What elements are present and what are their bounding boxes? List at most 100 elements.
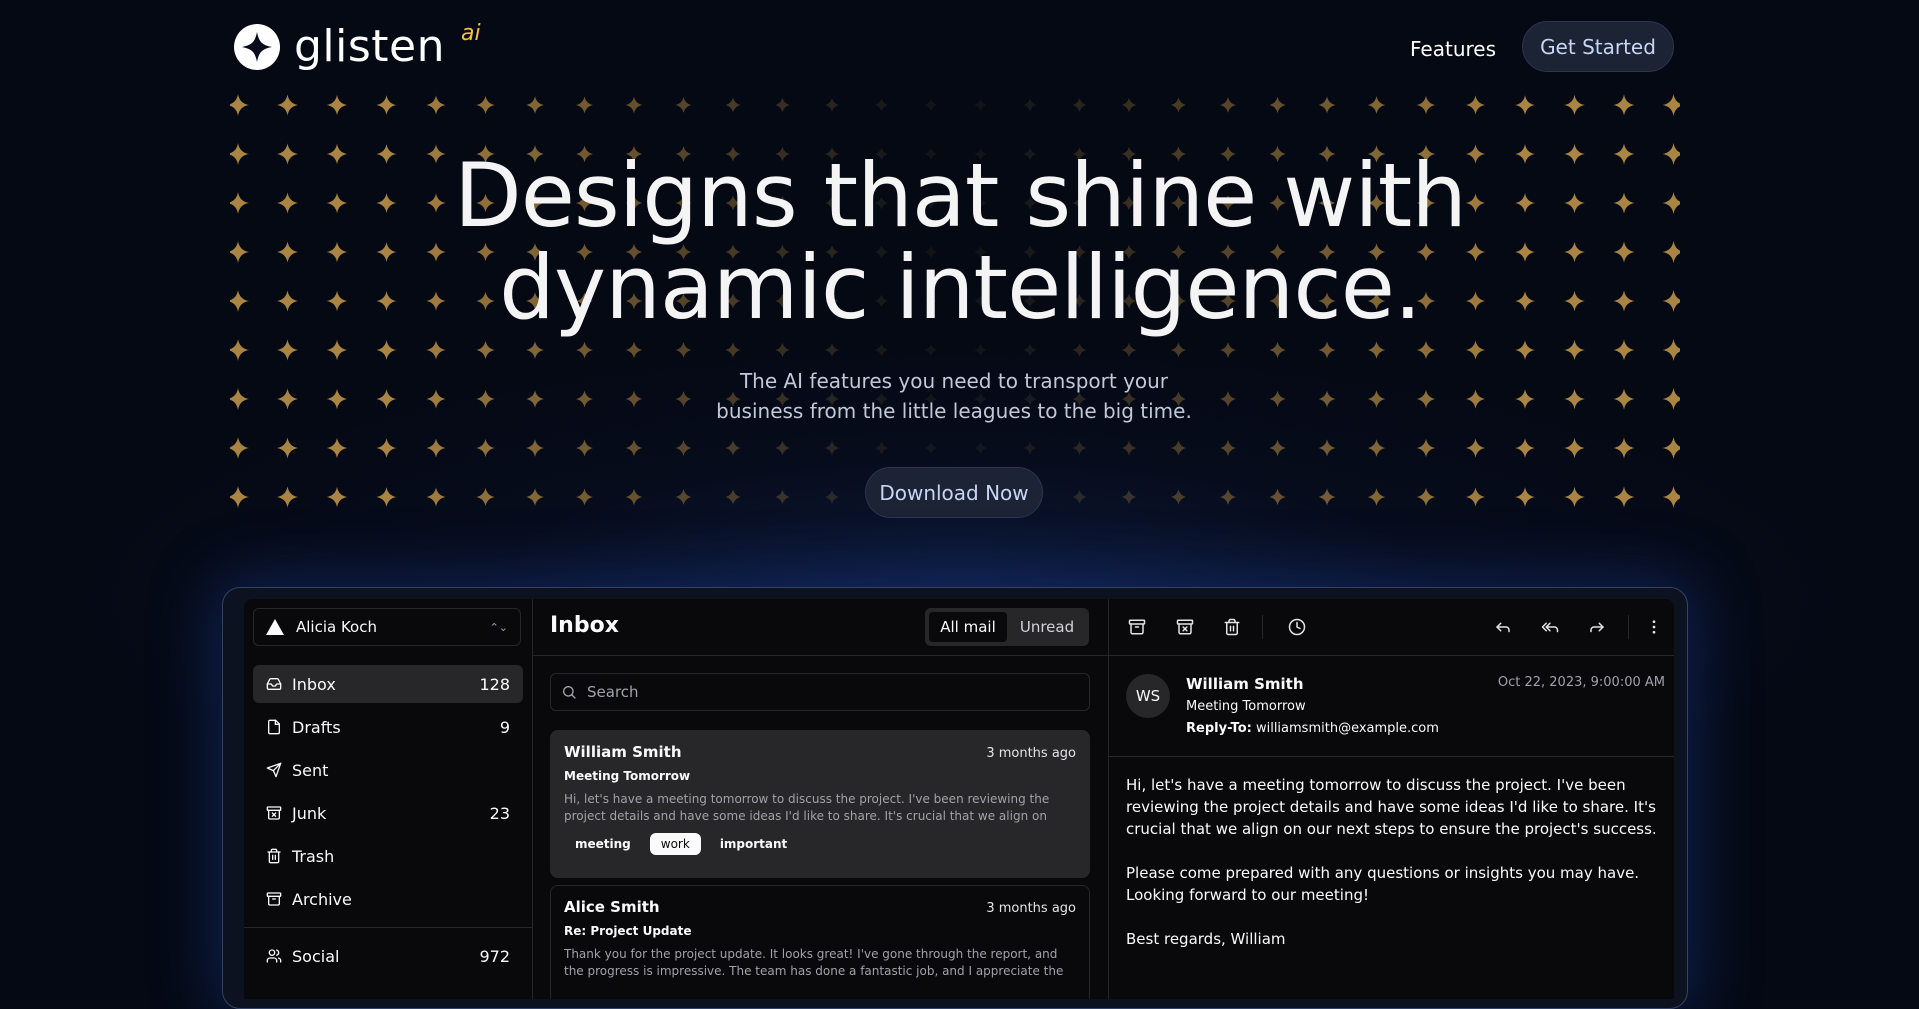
clock-icon bbox=[1288, 618, 1306, 636]
sparkle-icon bbox=[230, 339, 249, 361]
sparkle-icon bbox=[1318, 96, 1336, 114]
label-badge[interactable]: important bbox=[709, 833, 798, 855]
sparkle-icon bbox=[1121, 97, 1137, 113]
sparkle-icon bbox=[1269, 390, 1286, 408]
sidebar-item-count: 972 bbox=[479, 946, 510, 966]
label-badge[interactable]: work bbox=[649, 833, 701, 855]
sparkle-icon bbox=[974, 98, 987, 112]
sparkle-icon bbox=[476, 487, 495, 507]
sidebar-item-inbox[interactable]: Inbox 128 bbox=[253, 665, 523, 703]
sidebar-item-count: 128 bbox=[479, 674, 510, 694]
sparkle-icon bbox=[1121, 440, 1137, 456]
sparkle-icon bbox=[1416, 389, 1436, 409]
reply-all-button[interactable] bbox=[1537, 614, 1563, 640]
sparkle-icon bbox=[1613, 290, 1635, 312]
sidebar-item-junk[interactable]: Junk 23 bbox=[253, 794, 523, 832]
account-switcher[interactable]: Alicia Koch ⌃⌄ bbox=[253, 608, 521, 646]
sparkle-icon bbox=[376, 487, 397, 507]
sparkle-icon bbox=[1269, 488, 1286, 506]
sparkle-icon bbox=[476, 95, 495, 115]
inbox-icon bbox=[266, 678, 282, 690]
sidebar-item-sent[interactable]: Sent bbox=[253, 751, 523, 789]
sparkle-icon bbox=[924, 98, 938, 112]
sidebar-item-trash[interactable]: Trash bbox=[253, 837, 523, 875]
tab-unread[interactable]: Unread bbox=[1009, 612, 1085, 642]
get-started-button[interactable]: Get Started bbox=[1522, 21, 1674, 72]
sparkle-icon bbox=[326, 437, 348, 459]
label-badge[interactable]: meeting bbox=[564, 833, 642, 855]
sparkle-icon bbox=[1613, 486, 1635, 508]
search-input[interactable] bbox=[585, 682, 1069, 702]
sparkle-icon bbox=[825, 98, 839, 112]
sparkle-icon bbox=[1072, 441, 1087, 455]
sidebar-item-drafts[interactable]: Drafts 9 bbox=[253, 708, 523, 746]
sidebar-item-archive[interactable]: Archive bbox=[253, 880, 523, 918]
avatar: WS bbox=[1126, 674, 1170, 718]
mail-body-paragraph: Best regards, William bbox=[1126, 930, 1286, 948]
sparkle-icon bbox=[1416, 340, 1436, 360]
sparkle-icon bbox=[230, 388, 249, 410]
forward-button[interactable] bbox=[1584, 614, 1610, 640]
sparkle-icon bbox=[1170, 97, 1187, 113]
sparkle-icon bbox=[1662, 241, 1680, 263]
sparkle-icon bbox=[1564, 437, 1585, 459]
sparkle-icon bbox=[1121, 489, 1137, 505]
sparkle-icon bbox=[426, 438, 446, 458]
brand-suffix: ai bbox=[461, 20, 481, 46]
sidebar-item-label: Inbox bbox=[292, 674, 336, 694]
sparkle-icon bbox=[1367, 96, 1386, 114]
sparkle-icon bbox=[575, 341, 594, 359]
detail-sender: William Smith bbox=[1186, 675, 1304, 693]
sparkle-icon bbox=[1072, 343, 1087, 357]
sparkle-icon bbox=[1170, 489, 1187, 505]
sparkle-icon bbox=[230, 486, 249, 508]
sparkle-icon bbox=[1416, 95, 1436, 115]
tab-all-mail[interactable]: All mail bbox=[929, 612, 1007, 642]
sparkle-icon bbox=[1023, 343, 1037, 357]
move-to-junk-button[interactable] bbox=[1172, 614, 1198, 640]
sparkle-icon bbox=[1613, 94, 1635, 116]
sparkle-icon bbox=[276, 486, 299, 508]
mail-list-item[interactable]: William Smith 3 months ago Meeting Tomor… bbox=[550, 730, 1090, 878]
sidebar-divider bbox=[244, 927, 532, 928]
sparkle-icon bbox=[326, 388, 348, 410]
more-options-button[interactable] bbox=[1641, 614, 1667, 640]
archive-button[interactable] bbox=[1124, 614, 1150, 640]
sparkle-icon bbox=[276, 388, 299, 410]
sparkle-icon bbox=[1367, 341, 1386, 359]
sparkle-icon bbox=[974, 441, 987, 455]
mail-list-pane: Inbox All mail Unread William Smith 3 mo… bbox=[533, 599, 1109, 999]
sparkle-icon bbox=[276, 339, 299, 361]
move-to-trash-button[interactable] bbox=[1219, 614, 1245, 640]
mail-body-paragraph: Hi, let's have a meeting tomorrow to dis… bbox=[1126, 776, 1657, 838]
sparkle-icon bbox=[1564, 388, 1585, 410]
vercel-triangle-icon bbox=[266, 619, 284, 635]
sparkle-icon bbox=[575, 390, 594, 408]
sparkle-icon bbox=[625, 390, 643, 408]
snooze-button[interactable] bbox=[1284, 614, 1310, 640]
archive-x-icon bbox=[1176, 619, 1194, 635]
sidebar-item-social[interactable]: Social 972 bbox=[253, 937, 523, 975]
sparkle-icon bbox=[230, 437, 249, 459]
nav-features-link[interactable]: Features bbox=[1410, 37, 1496, 61]
sparkle-icon bbox=[1465, 438, 1486, 458]
brand-logo[interactable]: glisten ai bbox=[234, 20, 481, 70]
sparkle-icon bbox=[675, 97, 692, 113]
sparkle-icon bbox=[376, 438, 397, 458]
account-name: Alicia Koch bbox=[296, 618, 377, 636]
sparkle-icon bbox=[1318, 439, 1336, 457]
sidebar-item-label: Archive bbox=[292, 889, 352, 909]
sparkle-icon bbox=[426, 389, 446, 409]
users-icon bbox=[266, 949, 282, 963]
sparkle-icon bbox=[1269, 439, 1286, 457]
mail-list-item[interactable]: Alice Smith 3 months ago Re: Project Upd… bbox=[550, 885, 1090, 999]
download-now-button[interactable]: Download Now bbox=[865, 467, 1043, 518]
reply-button[interactable] bbox=[1490, 614, 1516, 640]
sparkle-icon bbox=[1564, 486, 1585, 508]
sparkle-icon bbox=[1465, 340, 1486, 360]
sparkle-icon bbox=[1072, 98, 1087, 112]
sidebar-item-label: Social bbox=[292, 946, 340, 966]
sparkle-icon bbox=[476, 438, 495, 458]
sparkle-icon bbox=[1416, 438, 1436, 458]
sidebar-item-label: Drafts bbox=[292, 717, 341, 737]
